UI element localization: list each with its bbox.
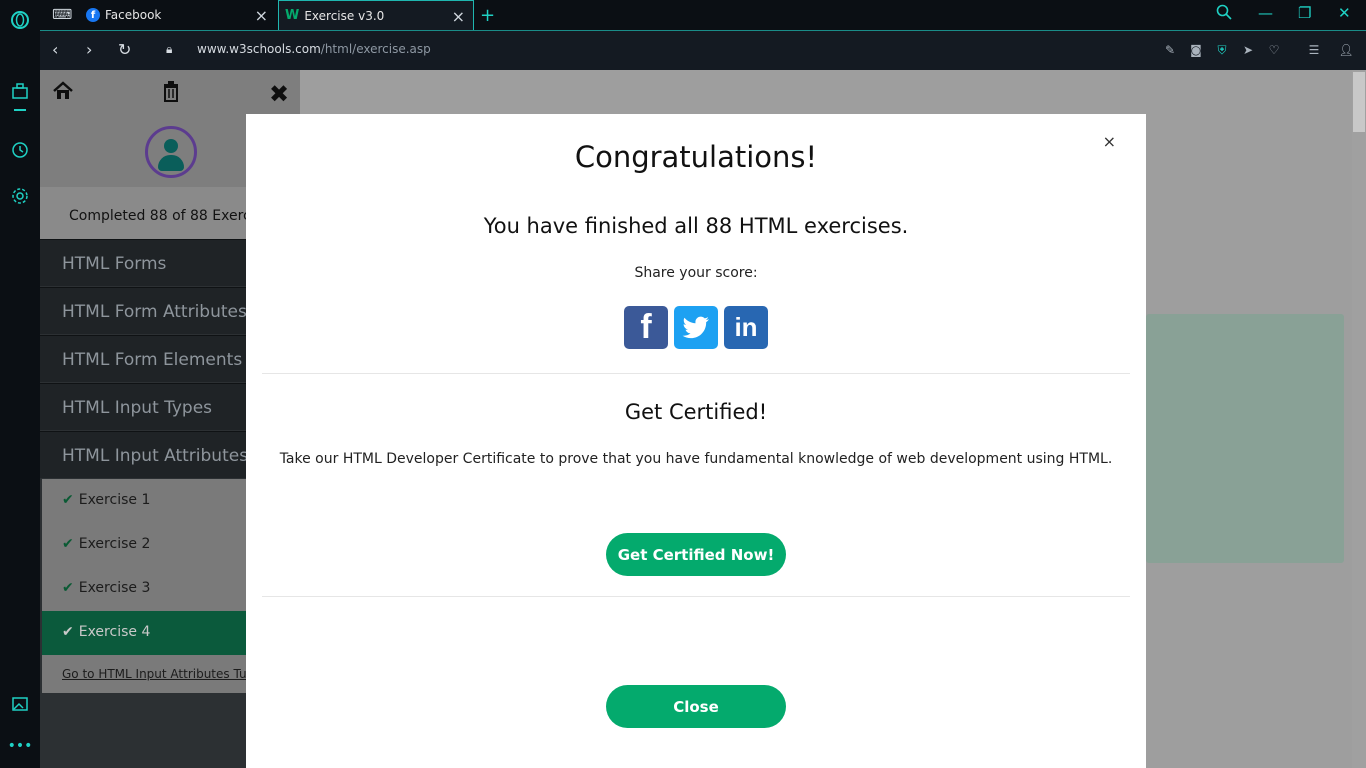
minimize-icon[interactable]: — (1258, 4, 1273, 22)
lock-icon[interactable]: 🔒︎ (166, 42, 172, 57)
scrollbar-thumb[interactable] (1353, 72, 1365, 132)
cert-description: Take our HTML Developer Certificate to p… (279, 451, 1113, 467)
w3schools-icon: W (285, 8, 300, 23)
opera-logo-icon[interactable] (8, 8, 32, 32)
divider (262, 373, 1130, 374)
browser-sidebar: ••• (0, 0, 40, 768)
back-icon[interactable]: ‹ (52, 40, 58, 59)
reload-icon[interactable]: ↻ (118, 40, 131, 59)
tab-title: Facebook (105, 8, 162, 22)
close-tab-icon[interactable]: × (452, 7, 465, 26)
restore-icon[interactable]: ❐ (1298, 4, 1311, 22)
history-icon[interactable] (8, 138, 32, 162)
send-icon[interactable]: ➤ (1240, 42, 1256, 58)
profile-icon[interactable]: 👤︎ (1338, 42, 1354, 58)
check-icon: ✔ (62, 492, 74, 508)
vpn-shield-icon[interactable]: ⛨ (1214, 42, 1230, 58)
search-icon[interactable] (1216, 4, 1232, 24)
workspace-icon[interactable] (8, 79, 32, 103)
url-domain: www.w3schools.com (197, 42, 321, 56)
tab-bar: ⌨ f Facebook × W Exercise v3.0 × + — ❐ ✕ (40, 0, 1366, 30)
twitter-share-icon[interactable] (674, 306, 718, 349)
check-icon: ✔ (62, 580, 74, 596)
tab-facebook[interactable]: f Facebook × (76, 0, 276, 30)
check-icon: ✔ (62, 624, 74, 640)
avatar[interactable] (145, 126, 197, 178)
close-window-icon[interactable]: ✕ (1338, 4, 1351, 22)
background-panel (1146, 314, 1344, 563)
exercise-label: Exercise 4 (78, 624, 151, 640)
close-sidebar-icon[interactable]: ✖ (269, 80, 289, 108)
menu-icon[interactable]: ☰ (1306, 42, 1322, 58)
scrollbar[interactable] (1352, 70, 1366, 768)
linkedin-share-icon[interactable]: in (724, 306, 768, 349)
facebook-icon: f (86, 8, 100, 22)
gallery-icon[interactable] (8, 692, 32, 716)
close-tab-icon[interactable]: × (255, 6, 268, 25)
share-buttons: f in (624, 306, 768, 349)
settings-gear-icon[interactable] (8, 184, 32, 208)
cert-title: Get Certified! (624, 400, 768, 424)
more-dots-icon[interactable]: ••• (8, 734, 33, 758)
exercise-label: Exercise 1 (78, 492, 151, 508)
new-tab-button[interactable]: + (480, 0, 500, 30)
home-icon[interactable] (52, 80, 74, 108)
congratulations-modal: × Congratulations! You have finished all… (246, 114, 1146, 768)
check-icon: ✔ (62, 536, 74, 552)
tab-title: Exercise v3.0 (304, 8, 385, 23)
url-path: /html/exercise.asp (320, 42, 431, 56)
get-certified-button[interactable]: Get Certified Now! (606, 533, 786, 576)
sidebar-divider (8, 108, 32, 112)
url-field[interactable]: www.w3schools.com/html/exercise.asp (197, 42, 431, 56)
modal-subtitle: You have finished all 88 HTML exercises. (483, 214, 909, 238)
forward-icon[interactable]: › (86, 40, 92, 59)
address-bar: ‹ › ↻ 🔒︎ www.w3schools.com/html/exercise… (40, 30, 1366, 70)
close-button[interactable]: Close (606, 685, 786, 728)
exercise-label: Exercise 3 (78, 580, 151, 596)
share-label: Share your score: (634, 265, 758, 281)
divider (262, 596, 1130, 597)
camera-icon[interactable]: ◙ (1188, 42, 1204, 58)
edit-icon[interactable]: ✎ (1162, 42, 1178, 58)
facebook-share-icon[interactable]: f (624, 306, 668, 349)
trash-icon[interactable] (160, 80, 182, 108)
tab-exercise[interactable]: W Exercise v3.0 × (278, 0, 474, 30)
modal-title: Congratulations! (574, 140, 818, 174)
exercise-label: Exercise 2 (78, 536, 151, 552)
page-content: ✖ Completed 88 of 88 Exercises HTML Form… (40, 70, 1366, 768)
gx-control-icon[interactable]: ⌨ (40, 0, 76, 30)
heart-icon[interactable]: ♡ (1266, 42, 1282, 58)
